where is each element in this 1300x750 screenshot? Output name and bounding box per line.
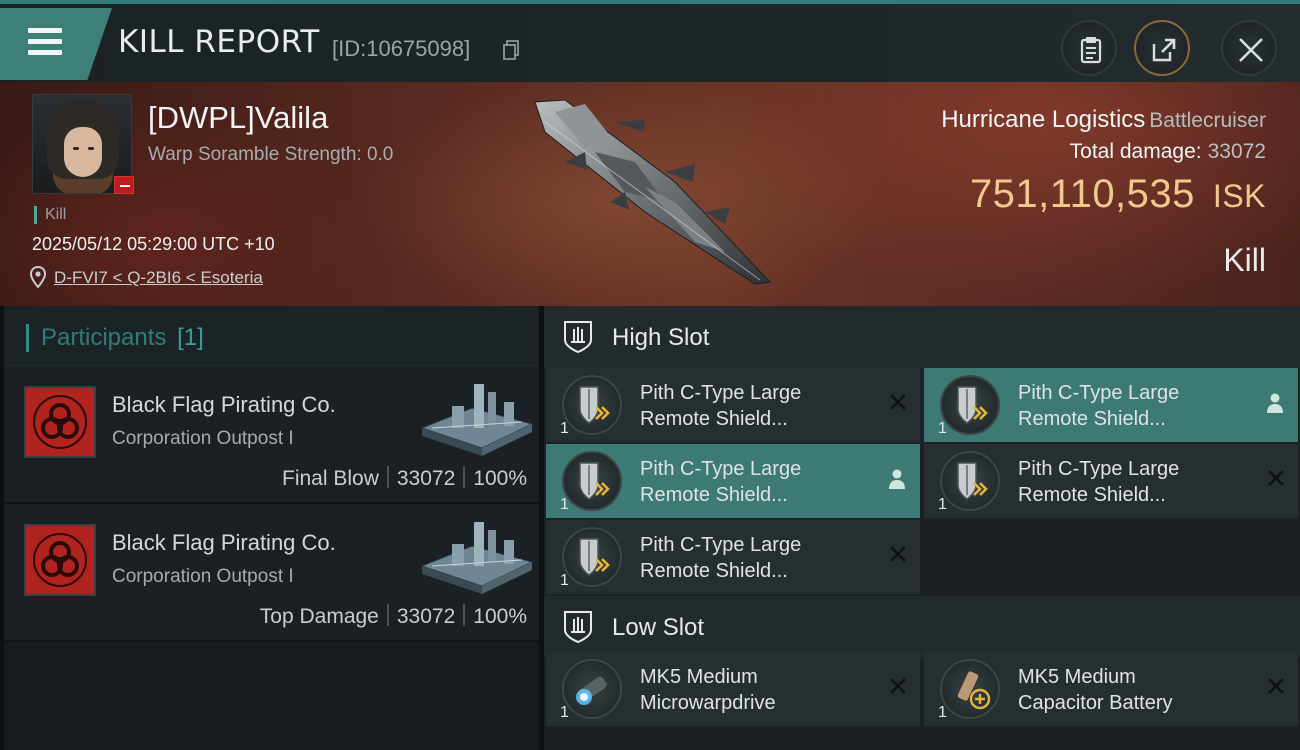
module-quantity: 1: [938, 704, 947, 721]
participant-row[interactable]: Black Flag Pirating Co. Corporation Outp…: [4, 366, 539, 504]
remote-shield-icon: [562, 527, 622, 587]
biohazard-icon: [33, 533, 87, 587]
ship-name: Hurricane Logistics Battlecruiser: [941, 106, 1266, 134]
copy-icon[interactable]: [503, 40, 519, 60]
destroyed-x-icon: [890, 546, 906, 562]
destroyed-x-icon: [890, 394, 906, 410]
participant-role: Top Damage: [259, 605, 379, 628]
destroyed-x-icon: [1268, 470, 1284, 486]
module-quantity: 1: [560, 420, 569, 437]
low-slot-icon: [564, 611, 592, 644]
location-pin-icon: [30, 266, 46, 288]
victim-name[interactable]: [DWPL]Valila: [148, 100, 328, 136]
ship-class: Battlecruiser: [1149, 109, 1266, 132]
close-icon: [1239, 38, 1263, 62]
ship-name-text[interactable]: Hurricane Logistics: [941, 106, 1145, 133]
clipboard-button[interactable]: [1061, 20, 1117, 76]
low-slot-header: Low Slot: [544, 596, 1300, 658]
kill-location-link[interactable]: D-FVI7 < Q-2BI6 < Esoteria: [54, 268, 263, 288]
module-low-1[interactable]: 1 MK5 Medium Microwarpdrive: [546, 652, 920, 726]
destroyed-x-icon: [890, 678, 906, 694]
corp-emblem: [24, 386, 96, 458]
module-high-3[interactable]: 1 Pith C-Type Large Remote Shield...: [546, 444, 920, 518]
module-quantity: 1: [938, 496, 947, 513]
high-slot-icon: [564, 321, 592, 354]
participant-type: Corporation Outpost I: [112, 566, 294, 587]
remote-shield-icon: [940, 375, 1000, 435]
outpost-structure-image: [420, 384, 534, 456]
report-id: [ID:10675098]: [332, 36, 471, 61]
dropped-person-icon: [889, 469, 905, 489]
module-name: MK5 Medium Capacitor Battery: [1018, 666, 1173, 714]
module-high-4[interactable]: 1 Pith C-Type Large Remote Shield...: [924, 444, 1298, 518]
high-slot-title: High Slot: [612, 324, 710, 351]
remote-shield-icon: [940, 451, 1000, 511]
isk-value: 751,110,535 ISK: [969, 172, 1266, 216]
module-quantity: 1: [560, 496, 569, 513]
clipboard-icon: [1080, 37, 1102, 64]
biohazard-icon: [33, 395, 87, 449]
participants-header[interactable]: Participants [1]: [4, 306, 539, 366]
participants-panel: Participants [1] Black Flag Pirating Co.…: [4, 306, 539, 750]
module-name: Pith C-Type Large Remote Shield...: [640, 458, 802, 506]
top-bar: KILL REPORT [ID:10675098]: [0, 0, 1300, 82]
hostile-status-badge: [114, 176, 134, 194]
high-slot-header: High Slot: [544, 306, 1300, 368]
low-slot-title: Low Slot: [612, 614, 705, 641]
participant-corp: Black Flag Pirating Co.: [112, 530, 336, 555]
participant-type: Corporation Outpost I: [112, 428, 294, 449]
dropped-person-icon: [1267, 393, 1283, 413]
kill-type-tag: Kill: [34, 206, 66, 224]
module-high-1[interactable]: 1 Pith C-Type Large Remote Shield...: [546, 368, 920, 442]
participant-stats: Final Blow 33072 100%: [282, 466, 527, 491]
outpost-structure-image: [420, 522, 534, 594]
kill-timestamp: 2025/05/12 05:29:00 UTC +10: [32, 234, 275, 254]
participant-stats: Top Damage 33072 100%: [260, 604, 527, 629]
module-name: Pith C-Type Large Remote Shield...: [640, 534, 802, 582]
participant-percent: 100%: [473, 467, 527, 490]
share-icon: [1152, 38, 1176, 62]
fittings-panel: High Slot 1 Pith C-Type Large Remote Shie…: [544, 306, 1300, 750]
participant-row[interactable]: Black Flag Pirating Co. Corporation Outp…: [4, 504, 539, 642]
menu-button[interactable]: [0, 8, 112, 80]
module-low-2[interactable]: 1 MK5 Medium Capacitor Battery: [924, 652, 1298, 726]
participant-percent: 100%: [473, 605, 527, 628]
result-label: Kill: [1223, 242, 1266, 278]
share-button[interactable]: [1134, 20, 1190, 76]
close-button[interactable]: [1221, 20, 1277, 76]
module-high-5[interactable]: 1 Pith C-Type Large Remote Shield...: [546, 520, 920, 594]
module-name: MK5 Medium Microwarpdrive: [640, 666, 776, 714]
capacitor-battery-icon: [940, 659, 1000, 719]
microwarpdrive-icon: [562, 659, 622, 719]
participant-role: Final Blow: [282, 467, 379, 490]
total-damage-value: 33072: [1207, 140, 1266, 163]
victim-banner: [DWPL]Valila Warp Soramble Strength: 0.0…: [0, 82, 1300, 306]
total-damage: Total damage: 33072: [1069, 140, 1266, 163]
corp-emblem: [24, 524, 96, 596]
module-high-2[interactable]: 1 Pith C-Type Large Remote Shield...: [924, 368, 1298, 442]
module-quantity: 1: [560, 572, 569, 589]
remote-shield-icon: [562, 375, 622, 435]
module-quantity: 1: [938, 420, 947, 437]
page-title: KILL REPORT: [118, 24, 320, 60]
warp-scramble-strength: Warp Soramble Strength: 0.0: [148, 144, 394, 165]
module-name: Pith C-Type Large Remote Shield...: [1018, 382, 1180, 430]
participant-damage: 33072: [396, 467, 456, 490]
menu-icon: [28, 28, 62, 33]
ship-image: [534, 99, 772, 285]
participant-corp: Black Flag Pirating Co.: [112, 392, 336, 417]
module-quantity: 1: [560, 704, 569, 721]
remote-shield-icon: [562, 451, 622, 511]
participant-damage: 33072: [396, 605, 456, 628]
module-name: Pith C-Type Large Remote Shield...: [640, 382, 802, 430]
module-name: Pith C-Type Large Remote Shield...: [1018, 458, 1180, 506]
destroyed-x-icon: [1268, 678, 1284, 694]
